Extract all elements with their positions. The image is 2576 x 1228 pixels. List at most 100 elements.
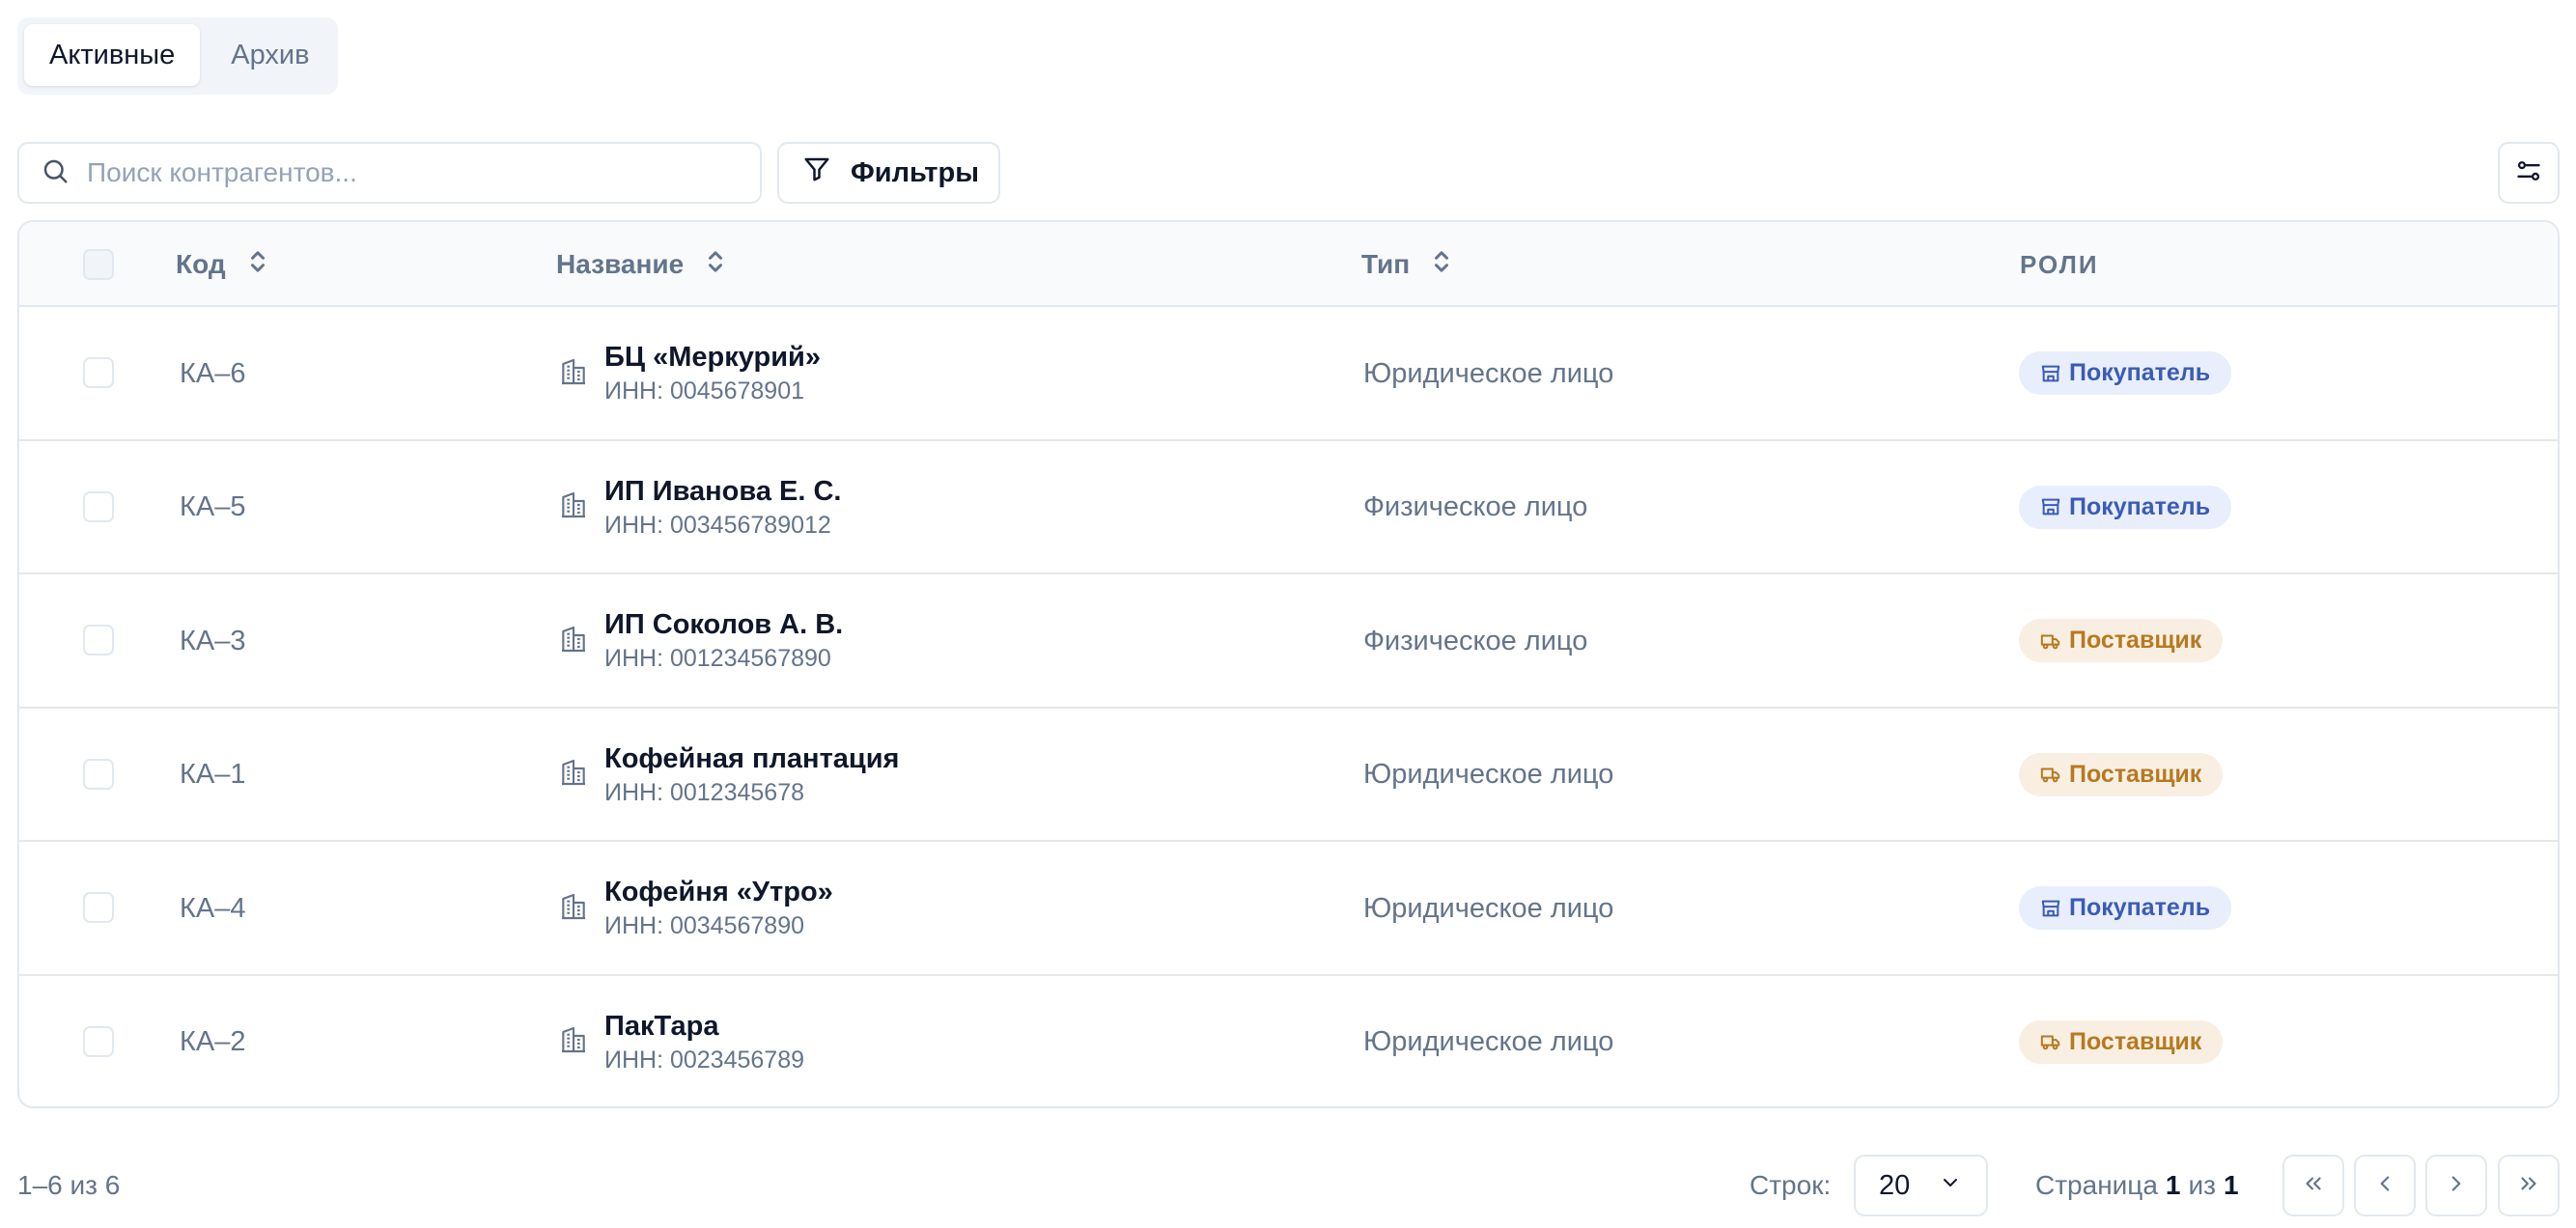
sort-icon [247,247,268,283]
rows-per-page-label: Строк: [1750,1170,1832,1200]
filters-button[interactable]: Фильтры [777,142,1000,204]
store-icon [2040,496,2061,517]
page-indicator: Страница 1 из 1 [2035,1170,2239,1201]
role-label: Поставщик [2069,760,2202,788]
row-code: КА–4 [180,892,246,924]
settings-sliders-icon [2515,157,2542,189]
filter-icon [802,154,831,191]
page-of: из [2188,1170,2216,1200]
row-type: Юридическое лицо [1363,892,1614,924]
search-input[interactable] [87,157,724,188]
row-type: Физическое лицо [1363,625,1588,656]
building-icon [558,356,589,392]
rows-per-page-select[interactable]: 20 [1854,1155,1988,1216]
row-type: Юридическое лицо [1363,357,1614,389]
row-name-cell: Кофейня «Утро» ИНН: 0034567890 [558,842,833,975]
role-label: Поставщик [2069,1027,2202,1055]
column-roles-label: РОЛИ [2020,249,2099,279]
truck-icon [2040,1031,2061,1052]
row-name-cell: ИП Иванова Е. С. ИНН: 003456789012 [558,441,841,574]
row-checkbox[interactable] [83,625,114,656]
row-name: ИП Иванова Е. С. [604,475,842,507]
table-row[interactable]: КА–1 Кофейная плантация ИНН: 0012345678 Юри… [19,709,2558,842]
table-row[interactable]: КА–6 БЦ «Меркурий» ИНН: 0045678901 Юридичес… [19,307,2558,441]
filters-label: Фильтры [851,156,979,188]
column-name-label: Название [556,249,685,279]
column-name[interactable]: Название [556,222,726,307]
building-icon [558,1024,589,1060]
row-code: КА–5 [180,491,246,522]
search-box [17,142,762,204]
select-all-checkbox[interactable] [83,249,114,280]
row-name: БЦ «Меркурий» [604,342,821,373]
building-icon [558,489,589,525]
role-label: Покупатель [2069,359,2211,386]
table-row[interactable]: КА–2 ПакТара ИНН: 0023456789 Юридическое ли… [19,976,2558,1107]
truck-icon [2040,630,2061,652]
row-code: КА–2 [180,1026,246,1057]
row-checkbox[interactable] [83,1025,114,1057]
role-badge: Поставщик [2019,1019,2224,1064]
column-code-label: Код [176,249,226,279]
chevron-right-icon [2444,1171,2469,1201]
row-name-cell: ПакТара ИНН: 0023456789 [558,976,805,1107]
row-inn: ИНН: 0034567890 [604,912,805,939]
table-body: КА–6 БЦ «Меркурий» ИНН: 0045678901 Юридичес… [19,307,2558,1107]
results-count: 1–6 из 6 [17,1170,121,1200]
chevrons-right-icon [2516,1171,2541,1201]
column-code[interactable]: Код [176,222,268,307]
row-checkbox[interactable] [83,357,114,388]
chevron-left-icon [2372,1171,2397,1201]
row-inn: ИНН: 003456789012 [604,511,831,539]
next-page-button[interactable] [2425,1155,2487,1216]
role-badge: Поставщик [2019,619,2224,662]
table-header: Код Название Тип РОЛИ [19,222,2558,307]
table-row[interactable]: КА–4 Кофейня «Утро» ИНН: 0034567890 Юридиче… [19,842,2558,976]
row-code: КА–6 [180,357,246,389]
first-page-button[interactable] [2282,1155,2344,1216]
sort-icon [705,247,726,283]
status-tabs: Активные Архив [17,17,338,95]
column-type-label: Тип [1361,249,1411,279]
row-name: ПакТара [604,1010,719,1042]
row-type: Юридическое лицо [1363,759,1614,790]
row-checkbox[interactable] [83,490,114,522]
view-settings-button[interactable] [2498,142,2560,204]
row-inn: ИНН: 0045678901 [604,377,805,405]
role-badge: Поставщик [2019,752,2224,796]
column-roles: РОЛИ [2020,222,2099,307]
counterparties-table: Код Название Тип РОЛИ КА–6 БЦ «Меркурий» И… [17,220,2560,1108]
row-name-cell: ИП Соколов А. В. ИНН: 001234567890 [558,574,843,708]
table-row[interactable]: КА–5 ИП Иванова Е. С. ИНН: 003456789012 Физ… [19,441,2558,574]
row-type: Юридическое лицо [1363,1026,1614,1057]
page-total: 1 [2223,1170,2239,1200]
row-type: Физическое лицо [1363,491,1588,522]
building-icon [558,624,589,659]
row-name: Кофейня «Утро» [604,877,833,907]
page-current: 1 [2165,1170,2181,1200]
tab-active[interactable]: Активные [24,24,201,86]
table-row[interactable]: КА–3 ИП Соколов А. В. ИНН: 001234567890 Физ… [19,574,2558,709]
row-inn: ИНН: 0023456789 [604,1046,805,1074]
page-label: Страница [2035,1170,2158,1200]
truck-icon [2040,764,2061,785]
tab-archive[interactable]: Архив [206,24,334,86]
role-label: Покупатель [2069,894,2211,921]
row-name-cell: БЦ «Меркурий» ИНН: 0045678901 [558,307,821,440]
row-name: ИП Соколов А. В. [604,609,844,640]
column-type[interactable]: Тип [1361,222,1452,307]
row-checkbox[interactable] [83,892,114,923]
prev-page-button[interactable] [2354,1155,2416,1216]
role-badge: Покупатель [2019,886,2232,930]
row-inn: ИНН: 001234567890 [604,645,831,672]
role-badge: Покупатель [2019,351,2232,395]
building-icon [558,891,589,927]
role-badge: Покупатель [2019,485,2232,529]
sort-icon [1431,247,1452,283]
last-page-button[interactable] [2498,1155,2560,1216]
row-checkbox[interactable] [83,758,114,790]
role-label: Покупатель [2069,492,2211,520]
row-name: Кофейная плантация [604,742,900,774]
row-name-cell: Кофейная плантация ИНН: 0012345678 [558,709,899,842]
row-code: КА–1 [180,759,246,790]
